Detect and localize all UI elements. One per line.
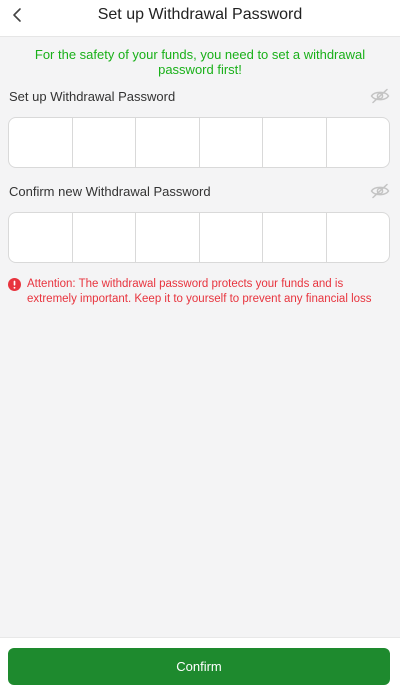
password-input-group [8, 117, 390, 168]
confirm-digit-5[interactable] [263, 213, 327, 262]
page-title: Set up Withdrawal Password [97, 6, 303, 23]
eye-off-icon [370, 183, 390, 199]
bottom-bar: Confirm [0, 637, 400, 700]
confirm-digit-4[interactable] [200, 213, 263, 262]
confirm-digit-6[interactable] [327, 213, 390, 262]
password-digit-1[interactable] [9, 118, 73, 167]
confirm-digit-3[interactable] [136, 213, 200, 262]
confirm-digit-2[interactable] [73, 213, 136, 262]
confirm-button[interactable]: Confirm [8, 648, 390, 685]
confirm-input-group [8, 212, 390, 263]
top-bar: Set up Withdrawal Password [0, 0, 400, 37]
toggle-confirm-visibility-button[interactable] [370, 183, 390, 199]
password-digit-2[interactable] [73, 118, 136, 167]
attention-text: Attention: The withdrawal password prote… [27, 278, 372, 305]
set-password-label: Set up Withdrawal Password [9, 89, 176, 104]
confirm-password-label: Confirm new Withdrawal Password [9, 184, 211, 199]
password-digit-4[interactable] [200, 118, 263, 167]
safety-notice: For the safety of your funds, you need t… [34, 47, 366, 77]
confirm-digit-1[interactable] [9, 213, 73, 262]
eye-off-icon [370, 88, 390, 104]
withdrawal-password-page: Set up Withdrawal Password For the safet… [0, 0, 400, 700]
toggle-password-visibility-button[interactable] [370, 88, 390, 104]
attention-message: Attention: The withdrawal password prote… [8, 277, 386, 307]
password-digit-6[interactable] [327, 118, 390, 167]
exclamation-circle-icon [8, 278, 21, 291]
password-digit-5[interactable] [263, 118, 327, 167]
password-digit-3[interactable] [136, 118, 200, 167]
